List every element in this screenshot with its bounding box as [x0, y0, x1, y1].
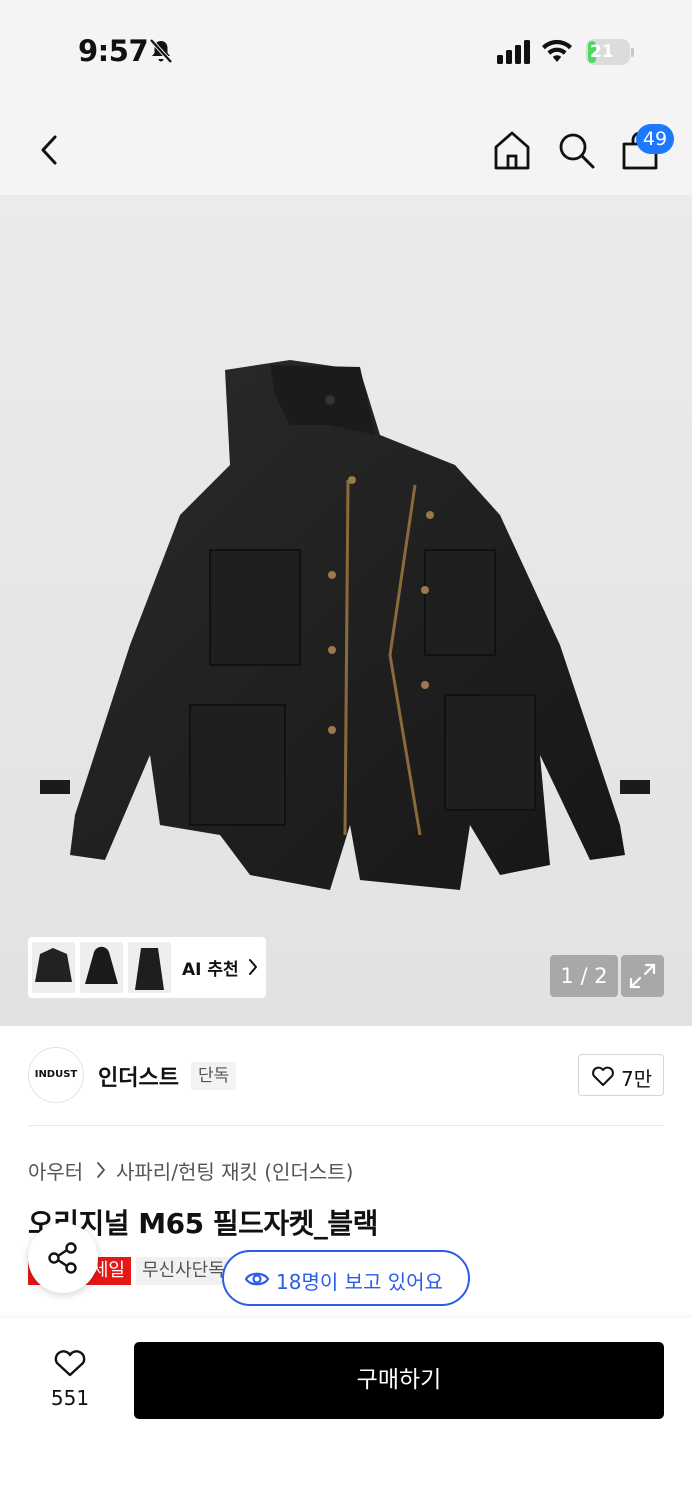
- chevron-right-icon: [97, 1162, 105, 1178]
- image-counter: 1 / 2: [550, 955, 618, 997]
- wishlist-count: 551: [50, 1386, 90, 1410]
- signal-icon: [497, 40, 530, 64]
- wifi-icon: [542, 39, 572, 62]
- top-bar: 9:57 21 49: [0, 0, 692, 195]
- brand-like-count: 7만: [621, 1067, 653, 1091]
- eye-icon: [244, 1272, 270, 1286]
- ai-recommendation-strip[interactable]: AI 추천: [28, 937, 266, 998]
- bottom-action-bar: 551 구매하기: [0, 1318, 692, 1500]
- status-time: 9:57: [78, 34, 149, 68]
- battery-percent: 21: [590, 42, 614, 62]
- buy-button[interactable]: 구매하기: [134, 1342, 664, 1419]
- exclusive-tag: 단독: [191, 1062, 237, 1090]
- viewers-text: 18명이 보고 있어요: [276, 1270, 443, 1294]
- battery-indicator: 21: [586, 39, 634, 65]
- breadcrumb-subcategory[interactable]: 사파리/헌팅 재킷 (인더스트): [116, 1156, 353, 1185]
- search-icon[interactable]: [555, 128, 597, 172]
- product-image: [40, 360, 650, 890]
- breadcrumb-category[interactable]: 아우터: [28, 1156, 83, 1185]
- share-button[interactable]: [28, 1223, 98, 1293]
- share-icon: [48, 1242, 77, 1274]
- brand-name[interactable]: 인더스트: [98, 1060, 179, 1092]
- brand-like-button[interactable]: 7만: [578, 1054, 664, 1096]
- brand-logo[interactable]: INDUST: [28, 1047, 84, 1103]
- divider: [28, 1125, 664, 1126]
- musinsa-exclusive-tag: 무신사단독: [136, 1257, 231, 1285]
- silent-bell-icon: [149, 38, 173, 64]
- thumbnail-3[interactable]: [128, 942, 171, 993]
- heart-icon: [54, 1350, 86, 1377]
- chevron-right-icon: [249, 959, 257, 975]
- ai-recommend-label: AI 추천: [182, 960, 239, 980]
- thumbnail-2[interactable]: [80, 942, 123, 993]
- back-arrow-icon[interactable]: [30, 127, 70, 173]
- thumbnail-1[interactable]: [32, 942, 75, 993]
- cart-count-badge: 49: [636, 124, 674, 154]
- heart-icon: [592, 1066, 614, 1086]
- expand-icon[interactable]: [621, 955, 664, 997]
- viewers-pill: 18명이 보고 있어요: [222, 1250, 470, 1306]
- wishlist-button[interactable]: 551: [40, 1346, 100, 1416]
- product-image-gallery[interactable]: AI 추천 1 / 2: [0, 195, 692, 1026]
- home-icon[interactable]: [491, 128, 533, 172]
